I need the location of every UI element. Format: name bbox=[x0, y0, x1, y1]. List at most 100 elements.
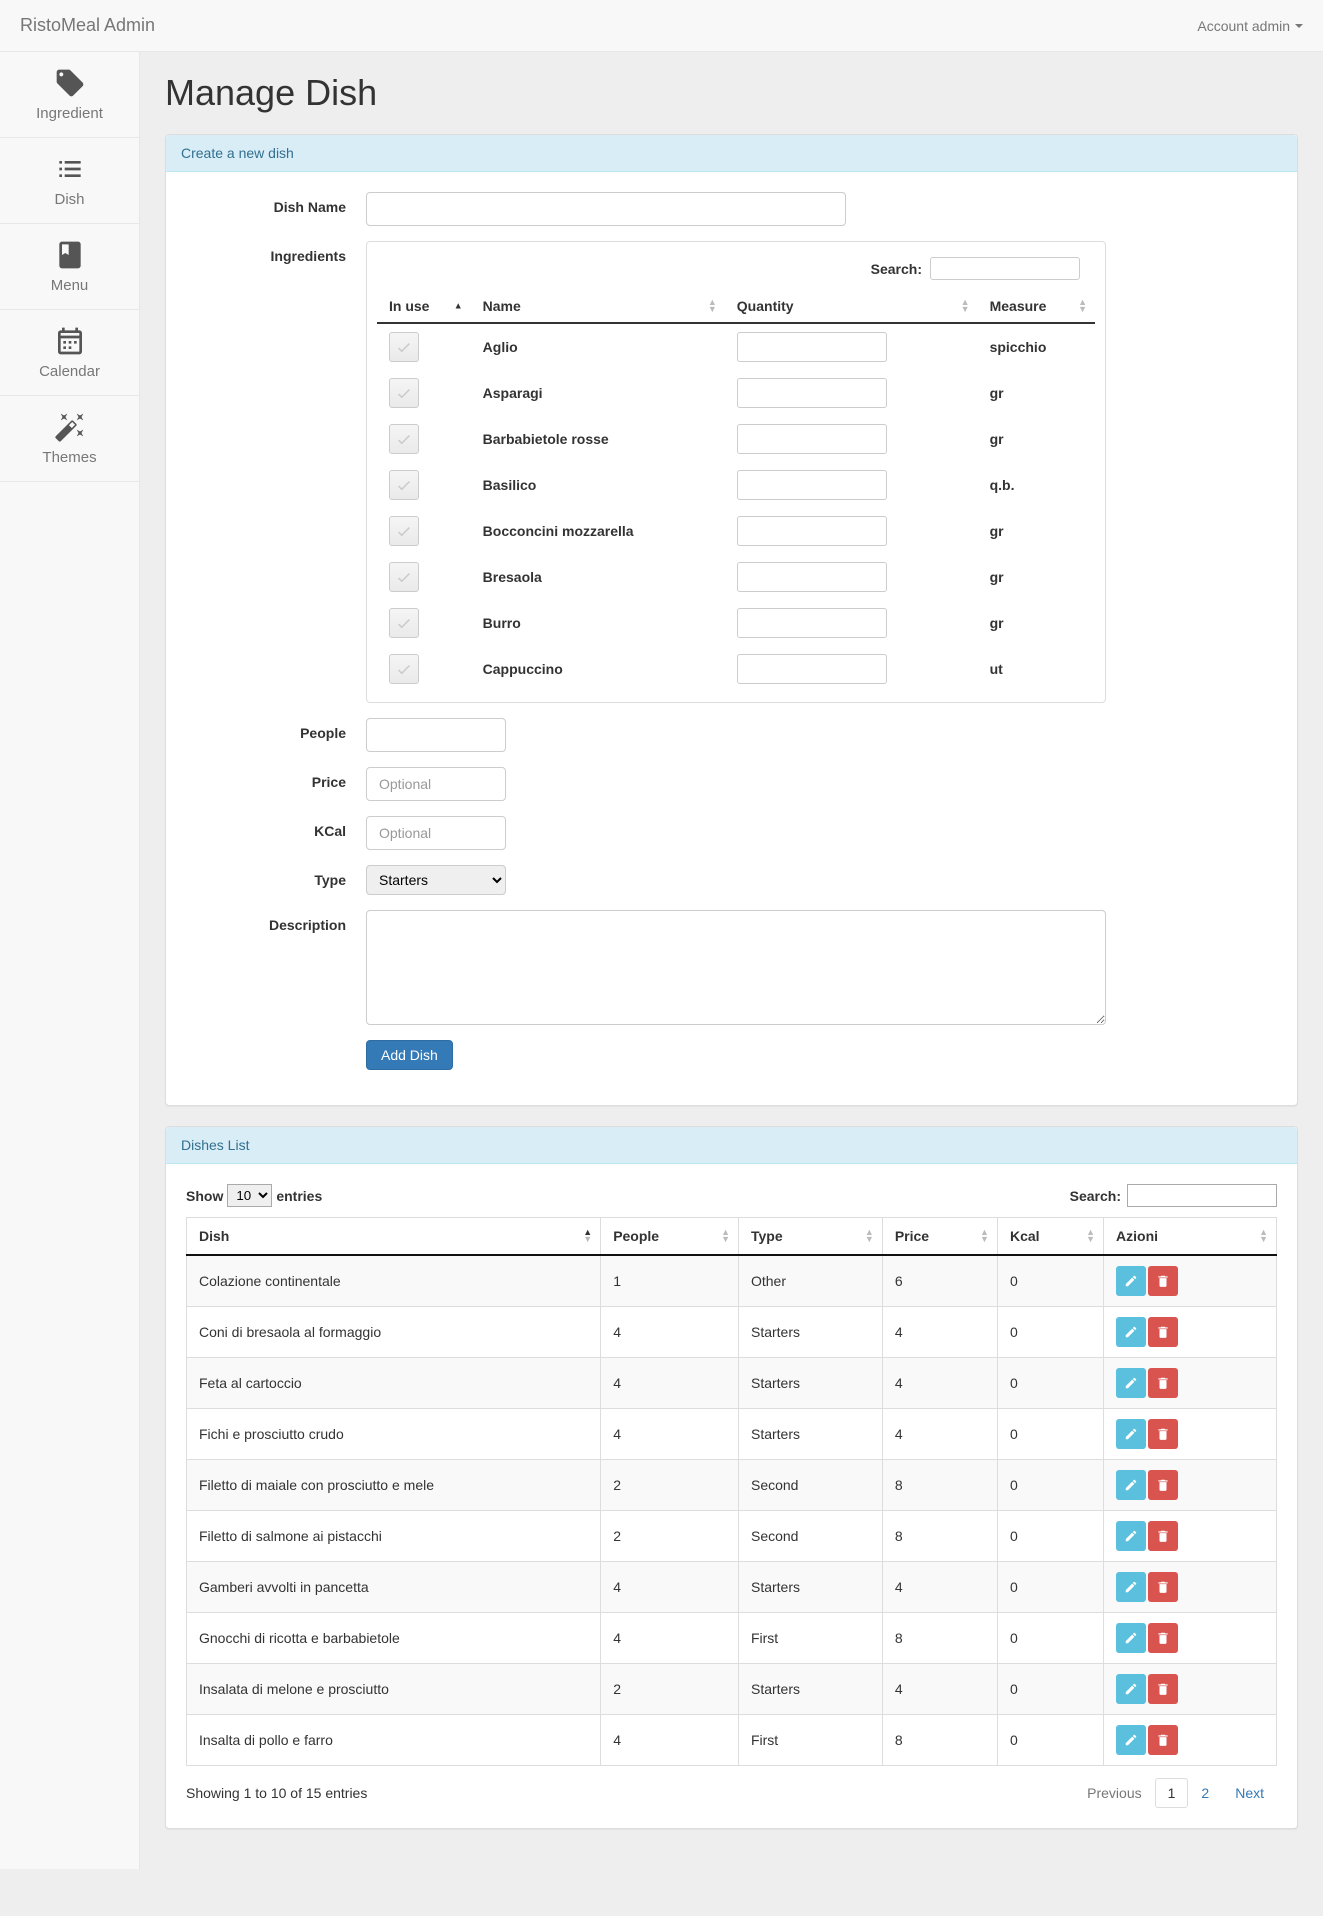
ing-qty-input[interactable] bbox=[737, 562, 887, 592]
edit-button[interactable] bbox=[1116, 1572, 1146, 1602]
delete-button[interactable] bbox=[1148, 1725, 1178, 1755]
dish-search-input[interactable] bbox=[1127, 1184, 1277, 1207]
delete-button[interactable] bbox=[1148, 1266, 1178, 1296]
dish-row: Fichi e prosciutto crudo4Starters40 bbox=[187, 1409, 1277, 1460]
inuse-checkbox[interactable] bbox=[389, 516, 419, 546]
sidebar: Ingredient Dish Menu Calendar Themes bbox=[0, 52, 140, 1869]
ing-qty-input[interactable] bbox=[737, 332, 887, 362]
add-dish-button[interactable]: Add Dish bbox=[366, 1040, 453, 1070]
ing-qty-input[interactable] bbox=[737, 654, 887, 684]
page-next[interactable]: Next bbox=[1222, 1778, 1277, 1808]
cell-type: Second bbox=[738, 1460, 882, 1511]
cell-price: 6 bbox=[882, 1255, 997, 1307]
kcal-input[interactable] bbox=[366, 816, 506, 850]
sidebar-item-themes[interactable]: Themes bbox=[0, 396, 139, 482]
ing-th-inuse[interactable]: In use▲ bbox=[377, 290, 471, 323]
inuse-checkbox[interactable] bbox=[389, 378, 419, 408]
trash-icon bbox=[1156, 1274, 1170, 1288]
page-1[interactable]: 1 bbox=[1155, 1778, 1189, 1808]
th-kcal[interactable]: Kcal▲▼ bbox=[997, 1218, 1103, 1256]
edit-button[interactable] bbox=[1116, 1521, 1146, 1551]
ing-qty-input[interactable] bbox=[737, 378, 887, 408]
edit-button[interactable] bbox=[1116, 1368, 1146, 1398]
ing-th-qty[interactable]: Quantity▲▼ bbox=[725, 290, 978, 323]
description-textarea[interactable] bbox=[366, 910, 1106, 1025]
cell-type: Starters bbox=[738, 1664, 882, 1715]
cell-dish: Filetto di salmone ai pistacchi bbox=[187, 1511, 601, 1562]
cell-price: 4 bbox=[882, 1358, 997, 1409]
th-azioni[interactable]: Azioni▲▼ bbox=[1104, 1218, 1277, 1256]
edit-button[interactable] bbox=[1116, 1623, 1146, 1653]
cell-kcal: 0 bbox=[997, 1715, 1103, 1766]
delete-button[interactable] bbox=[1148, 1572, 1178, 1602]
ing-name: Cappuccino bbox=[471, 646, 725, 692]
sidebar-item-ingredient[interactable]: Ingredient bbox=[0, 52, 139, 138]
th-people[interactable]: People▲▼ bbox=[601, 1218, 739, 1256]
ing-scroll[interactable]: In use▲ Name▲▼ Quantity▲▼ Measure▲▼ Agli… bbox=[377, 290, 1095, 692]
inuse-checkbox[interactable] bbox=[389, 654, 419, 684]
table-info: Showing 1 to 10 of 15 entries bbox=[186, 1785, 367, 1801]
cell-price: 4 bbox=[882, 1307, 997, 1358]
trash-icon bbox=[1156, 1478, 1170, 1492]
ing-qty-input[interactable] bbox=[737, 608, 887, 638]
cell-price: 4 bbox=[882, 1664, 997, 1715]
sidebar-item-calendar[interactable]: Calendar bbox=[0, 310, 139, 396]
ing-th-name[interactable]: Name▲▼ bbox=[471, 290, 725, 323]
delete-button[interactable] bbox=[1148, 1317, 1178, 1347]
cell-people: 4 bbox=[601, 1562, 739, 1613]
sidebar-item-label: Menu bbox=[51, 277, 89, 294]
ing-qty-input[interactable] bbox=[737, 470, 887, 500]
cell-type: Second bbox=[738, 1511, 882, 1562]
price-input[interactable] bbox=[366, 767, 506, 801]
th-price[interactable]: Price▲▼ bbox=[882, 1218, 997, 1256]
inuse-checkbox[interactable] bbox=[389, 608, 419, 638]
inuse-checkbox[interactable] bbox=[389, 470, 419, 500]
ingredient-row: Bresaolagr bbox=[377, 554, 1095, 600]
inuse-checkbox[interactable] bbox=[389, 562, 419, 592]
navbar-brand[interactable]: RistoMeal Admin bbox=[20, 15, 155, 36]
delete-button[interactable] bbox=[1148, 1623, 1178, 1653]
ing-qty-input[interactable] bbox=[737, 424, 887, 454]
cell-actions bbox=[1104, 1613, 1277, 1664]
ingredients-label: Ingredients bbox=[186, 241, 366, 703]
th-type[interactable]: Type▲▼ bbox=[738, 1218, 882, 1256]
sidebar-item-dish[interactable]: Dish bbox=[0, 138, 139, 224]
ing-search-input[interactable] bbox=[930, 257, 1080, 280]
cell-price: 8 bbox=[882, 1613, 997, 1664]
inuse-checkbox[interactable] bbox=[389, 332, 419, 362]
sidebar-item-menu[interactable]: Menu bbox=[0, 224, 139, 310]
account-dropdown[interactable]: Account admin bbox=[1197, 18, 1303, 34]
cell-dish: Filetto di maiale con prosciutto e mele bbox=[187, 1460, 601, 1511]
edit-button[interactable] bbox=[1116, 1725, 1146, 1755]
cell-kcal: 0 bbox=[997, 1511, 1103, 1562]
ing-th-measure[interactable]: Measure▲▼ bbox=[978, 290, 1095, 323]
edit-button[interactable] bbox=[1116, 1317, 1146, 1347]
delete-button[interactable] bbox=[1148, 1521, 1178, 1551]
ing-qty-input[interactable] bbox=[737, 516, 887, 546]
cell-dish: Colazione continentale bbox=[187, 1255, 601, 1307]
inuse-checkbox[interactable] bbox=[389, 424, 419, 454]
page-2[interactable]: 2 bbox=[1188, 1778, 1222, 1808]
th-dish[interactable]: Dish▲▼ bbox=[187, 1218, 601, 1256]
delete-button[interactable] bbox=[1148, 1470, 1178, 1500]
delete-button[interactable] bbox=[1148, 1674, 1178, 1704]
type-select[interactable]: Starters bbox=[366, 865, 506, 895]
delete-button[interactable] bbox=[1148, 1368, 1178, 1398]
dish-name-input[interactable] bbox=[366, 192, 846, 226]
edit-button[interactable] bbox=[1116, 1266, 1146, 1296]
trash-icon bbox=[1156, 1682, 1170, 1696]
table-filter: Search: bbox=[1070, 1184, 1277, 1207]
pagination: Previous 1 2 Next bbox=[1074, 1778, 1277, 1808]
ing-measure: gr bbox=[978, 508, 1095, 554]
page-previous[interactable]: Previous bbox=[1074, 1778, 1154, 1808]
delete-button[interactable] bbox=[1148, 1419, 1178, 1449]
length-select[interactable]: 10 bbox=[227, 1184, 272, 1207]
people-input[interactable] bbox=[366, 718, 506, 752]
tag-icon bbox=[54, 67, 86, 99]
edit-button[interactable] bbox=[1116, 1419, 1146, 1449]
edit-button[interactable] bbox=[1116, 1674, 1146, 1704]
cell-people: 1 bbox=[601, 1255, 739, 1307]
ing-measure: q.b. bbox=[978, 462, 1095, 508]
edit-button[interactable] bbox=[1116, 1470, 1146, 1500]
ing-measure: gr bbox=[978, 554, 1095, 600]
